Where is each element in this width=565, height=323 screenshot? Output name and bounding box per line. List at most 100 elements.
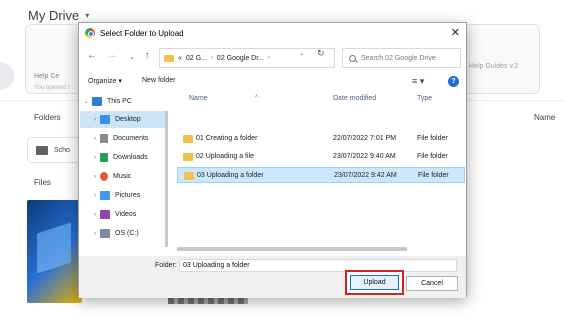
cancel-button[interactable]: Cancel <box>406 276 458 291</box>
upload-button[interactable]: Upload <box>350 275 399 290</box>
file-date: 22/07/2022 7:01 PM <box>333 135 397 142</box>
new-folder-button[interactable]: New folder <box>142 77 175 84</box>
expand-chevron-icon[interactable]: › <box>80 155 100 161</box>
view-options-icon[interactable]: ≡ ▾ <box>412 76 424 87</box>
breadcrumb-segment[interactable]: 02 Google Dr... <box>217 55 264 62</box>
document-icon <box>100 134 108 143</box>
nav-item-videos[interactable]: › Videos <box>80 206 166 223</box>
file-name: 02 Uploading a file <box>196 153 254 160</box>
files-heading: Files <box>34 178 51 187</box>
file-list: ^ Name Date modified Type 01 Creating a … <box>177 91 465 253</box>
address-dropdown-icon[interactable]: ⌄ <box>299 50 304 57</box>
recent-locations-chevron-icon[interactable]: ⌄ <box>124 53 140 61</box>
folder-label: Folder: <box>155 262 177 269</box>
desktop-icon <box>100 115 110 124</box>
folder-icon <box>164 54 174 62</box>
folder-icon <box>183 153 193 161</box>
navigation-bar: ← → ⌄ ↑ « 02 G... › 02 Google Dr... › ⌄ … <box>79 45 466 71</box>
scrollbar-thumb[interactable] <box>177 247 407 251</box>
folder-icon <box>183 135 193 143</box>
folder-name-input[interactable]: 03 Uploading a folder <box>179 259 457 272</box>
column-date-modified[interactable]: Date modified <box>333 95 376 102</box>
scrollbar-thumb[interactable] <box>165 111 168 247</box>
expand-chevron-icon[interactable]: › <box>80 136 100 142</box>
up-arrow-icon[interactable]: ↑ <box>139 50 155 61</box>
nav-item-os-drive[interactable]: › OS (C:) <box>80 225 166 242</box>
sidebar-highlight <box>0 62 14 90</box>
forward-arrow-icon[interactable]: → <box>104 50 120 61</box>
folder-icon <box>36 145 48 155</box>
search-icon <box>349 54 356 62</box>
column-type[interactable]: Type <box>417 95 432 102</box>
name-sort-heading[interactable]: Name <box>534 113 555 122</box>
expand-chevron-icon[interactable]: › <box>80 117 100 123</box>
file-name: 01 Creating a folder <box>196 135 258 142</box>
pictures-icon <box>100 191 110 200</box>
back-arrow-icon[interactable]: ← <box>84 50 100 61</box>
chevron-down-icon: ▾ <box>85 11 90 20</box>
expand-chevron-icon[interactable]: › <box>80 174 100 180</box>
nav-item-this-pc[interactable]: ⌄ This PC <box>80 93 166 110</box>
dialog-footer: Folder: 03 Uploading a folder Upload Can… <box>79 256 466 298</box>
close-icon[interactable]: ✕ <box>451 26 460 39</box>
file-row[interactable]: 01 Creating a folder 22/07/2022 7:01 PM … <box>177 131 465 147</box>
nav-item-label: Downloads <box>113 154 148 161</box>
thumbnail-graphic <box>37 222 71 274</box>
nav-item-documents[interactable]: › Documents <box>80 130 166 147</box>
folder-chip-label: Scho <box>54 146 70 154</box>
suggested-file-card[interactable]: Help Ce You opened t <box>25 24 85 94</box>
column-name[interactable]: Name <box>189 95 208 102</box>
expand-chevron-icon[interactable]: › <box>80 193 100 199</box>
dialog-title: Select Folder to Upload <box>100 28 184 38</box>
suggested-file-title-right: Help Guides v.2 <box>469 63 519 70</box>
expand-chevron-icon[interactable]: › <box>80 212 100 218</box>
nav-item-pictures[interactable]: › Pictures <box>80 187 166 204</box>
suggested-file-card-right[interactable]: Help Guides v.2 <box>460 24 540 94</box>
search-placeholder: Search 02 Google Drive <box>361 54 436 62</box>
organize-button[interactable]: Organize ▾ <box>88 77 122 85</box>
file-date: 23/07/2022 9:40 AM <box>333 153 396 160</box>
breadcrumb-segment[interactable]: 02 G... <box>186 55 207 62</box>
nav-item-label: Documents <box>113 135 149 142</box>
folder-chip[interactable]: Scho <box>27 137 83 163</box>
nav-item-desktop[interactable]: › Desktop <box>80 111 166 128</box>
file-thumbnail[interactable] <box>27 200 82 303</box>
nav-item-downloads[interactable]: › Downloads <box>80 149 166 166</box>
nav-item-label: OS (C:) <box>115 230 139 237</box>
file-list-scrollbar[interactable] <box>175 247 465 252</box>
file-type: File folder <box>417 153 448 160</box>
column-headers: ^ Name Date modified Type <box>177 91 465 107</box>
file-row[interactable]: 02 Uploading a file 23/07/2022 9:40 AM F… <box>177 149 465 165</box>
nav-item-label: Desktop <box>115 116 141 123</box>
file-type: File folder <box>417 135 448 142</box>
refresh-icon[interactable]: ↻ <box>317 48 325 59</box>
my-drive-title[interactable]: My Drive ▾ <box>28 8 89 23</box>
file-row-selected[interactable]: 03 Uploading a folder 23/07/2022 9:42 AM… <box>177 167 465 183</box>
drive-icon <box>100 229 110 238</box>
nav-item-label: Pictures <box>115 192 141 199</box>
breadcrumb-separator-icon[interactable]: › <box>268 55 270 61</box>
video-icon <box>100 210 110 219</box>
dialog-toolbar: Organize ▾ New folder ≡ ▾ ? <box>79 73 466 91</box>
nav-pane-scrollbar[interactable] <box>165 93 169 255</box>
sort-ascending-icon: ^ <box>255 95 258 101</box>
address-overflow[interactable]: « <box>178 55 182 62</box>
search-input[interactable]: Search 02 Google Drive <box>342 48 461 68</box>
expand-chevron-icon[interactable]: › <box>80 231 100 237</box>
folders-heading: Folders <box>34 113 61 122</box>
select-folder-dialog: Select Folder to Upload ✕ ← → ⌄ ↑ « 02 G… <box>78 22 467 298</box>
my-drive-label: My Drive <box>28 8 80 23</box>
upload-highlight: Upload <box>345 270 404 295</box>
dialog-titlebar[interactable]: Select Folder to Upload ✕ <box>79 23 466 43</box>
address-bar[interactable]: « 02 G... › 02 Google Dr... › <box>159 48 335 68</box>
music-icon <box>100 172 108 181</box>
chrome-icon <box>85 28 95 38</box>
breadcrumb-separator-icon[interactable]: › <box>211 55 213 61</box>
help-icon[interactable]: ? <box>448 76 459 87</box>
file-type: File folder <box>418 172 449 179</box>
navigation-pane: ⌄ This PC › Desktop › Documents › Downlo… <box>80 93 166 255</box>
file-name: 03 Uploading a folder <box>197 172 264 179</box>
collapse-chevron-icon[interactable]: ⌄ <box>80 98 92 105</box>
nav-item-label: Music <box>113 173 132 180</box>
nav-item-music[interactable]: › Music <box>80 168 166 185</box>
